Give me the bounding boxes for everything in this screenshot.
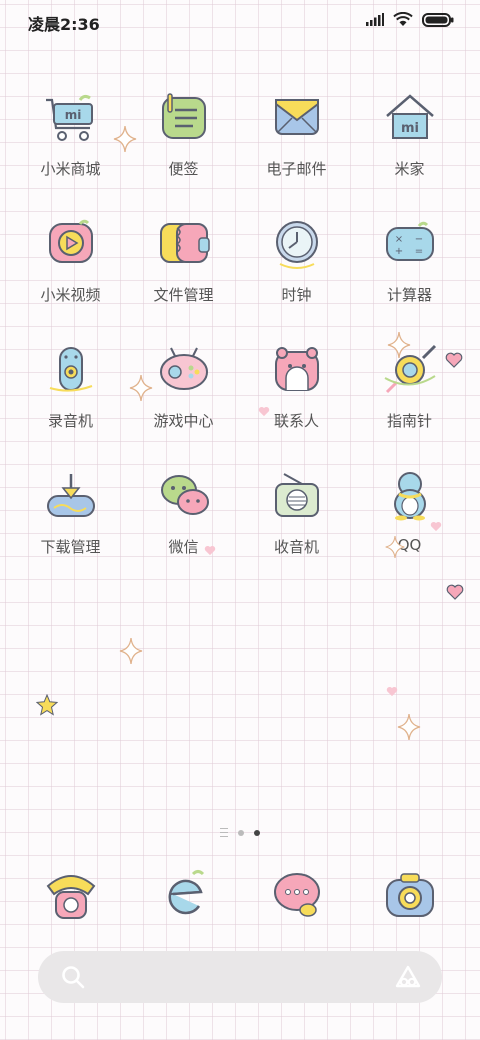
video-play-icon — [49, 219, 93, 263]
notes-icon — [162, 93, 206, 139]
contacts-icon — [275, 347, 319, 391]
dock — [14, 868, 466, 928]
calculator-icon: × − + = — [386, 221, 434, 261]
app-label: 指南针 — [386, 412, 432, 430]
search-icon[interactable] — [60, 964, 86, 990]
page-indicator-menu — [220, 828, 228, 837]
svg-text:−: − — [415, 234, 423, 245]
game-center-icon — [160, 347, 208, 390]
app-email[interactable]: 电子邮件 — [240, 92, 353, 202]
app-label: 便签 — [168, 160, 199, 178]
svg-text:mi: mi — [401, 121, 419, 136]
sparkle-icon — [113, 125, 137, 153]
messages-icon[interactable] — [266, 868, 328, 924]
app-qq[interactable]: QQ — [353, 470, 466, 580]
app-label: 文件管理 — [153, 286, 214, 304]
sparkle-icon — [119, 637, 143, 665]
file-manager-icon — [160, 223, 210, 263]
sparkle-icon — [385, 535, 405, 559]
battery-icon — [422, 12, 454, 27]
app-mi-video[interactable]: 小米视频 — [14, 218, 127, 328]
assistant-icon[interactable] — [394, 964, 422, 990]
app-notes[interactable]: 便签 — [127, 92, 240, 202]
app-download-manager[interactable]: 下载管理 — [14, 470, 127, 580]
sparkle-icon — [129, 374, 153, 402]
app-mi-store[interactable]: mi 小米商城 — [14, 92, 127, 202]
status-time: 凌晨2:36 — [28, 15, 100, 34]
signal-icon — [366, 13, 384, 26]
app-label: 录音机 — [47, 412, 93, 430]
app-mi-home[interactable]: mi 米家 — [353, 92, 466, 202]
app-label: 电子邮件 — [266, 160, 327, 178]
heart-icon — [258, 406, 270, 417]
app-contacts[interactable]: 联系人 — [240, 344, 353, 454]
svg-text:+: + — [395, 246, 403, 257]
app-wechat[interactable]: 微信 — [127, 470, 240, 580]
page-dot — [238, 829, 244, 836]
star-icon — [36, 694, 58, 716]
app-label: 米家 — [394, 160, 425, 178]
svg-text:mi: mi — [65, 108, 82, 122]
browser-icon[interactable] — [153, 868, 215, 924]
heart-icon — [386, 686, 398, 697]
app-label: 联系人 — [273, 412, 319, 430]
page-indicator[interactable] — [0, 828, 480, 837]
mi-store-cart-icon: mi — [46, 94, 93, 141]
app-label: 小米视频 — [40, 286, 101, 304]
sparkle-icon — [397, 713, 421, 741]
search-bar[interactable] — [38, 951, 442, 1003]
clock-icon — [276, 221, 318, 269]
app-label: 小米商城 — [40, 160, 101, 178]
app-label: QQ — [397, 536, 422, 554]
heart-icon — [445, 352, 463, 368]
camera-icon[interactable] — [379, 868, 441, 924]
heart-icon — [446, 584, 464, 600]
app-label: 下载管理 — [40, 538, 101, 556]
radio-icon — [275, 473, 319, 517]
app-label: 游戏中心 — [153, 412, 214, 430]
wechat-icon — [161, 475, 209, 515]
recorder-icon — [49, 347, 93, 392]
heart-icon — [204, 545, 216, 556]
email-envelope-icon — [275, 99, 319, 135]
heart-icon — [430, 521, 442, 532]
app-recorder[interactable]: 录音机 — [14, 344, 127, 454]
app-radio[interactable]: 收音机 — [240, 470, 353, 580]
app-file-manager[interactable]: 文件管理 — [127, 218, 240, 328]
wifi-icon — [393, 12, 413, 26]
svg-text:=: = — [415, 246, 423, 257]
app-calculator[interactable]: × − + = 计算器 — [353, 218, 466, 328]
sparkle-icon — [387, 331, 411, 359]
page-dot-active — [254, 829, 260, 836]
app-clock[interactable]: 时钟 — [240, 218, 353, 328]
app-label: 微信 — [168, 538, 199, 556]
download-icon — [47, 474, 95, 517]
phone-icon[interactable] — [40, 868, 102, 924]
app-label: 收音机 — [273, 538, 319, 556]
qq-penguin-icon — [394, 472, 426, 521]
svg-text:×: × — [395, 234, 403, 245]
mi-home-house-icon: mi — [386, 94, 434, 139]
app-label: 时钟 — [281, 286, 312, 304]
app-label: 计算器 — [386, 286, 432, 304]
status-bar: 凌晨2:36 — [0, 0, 480, 44]
